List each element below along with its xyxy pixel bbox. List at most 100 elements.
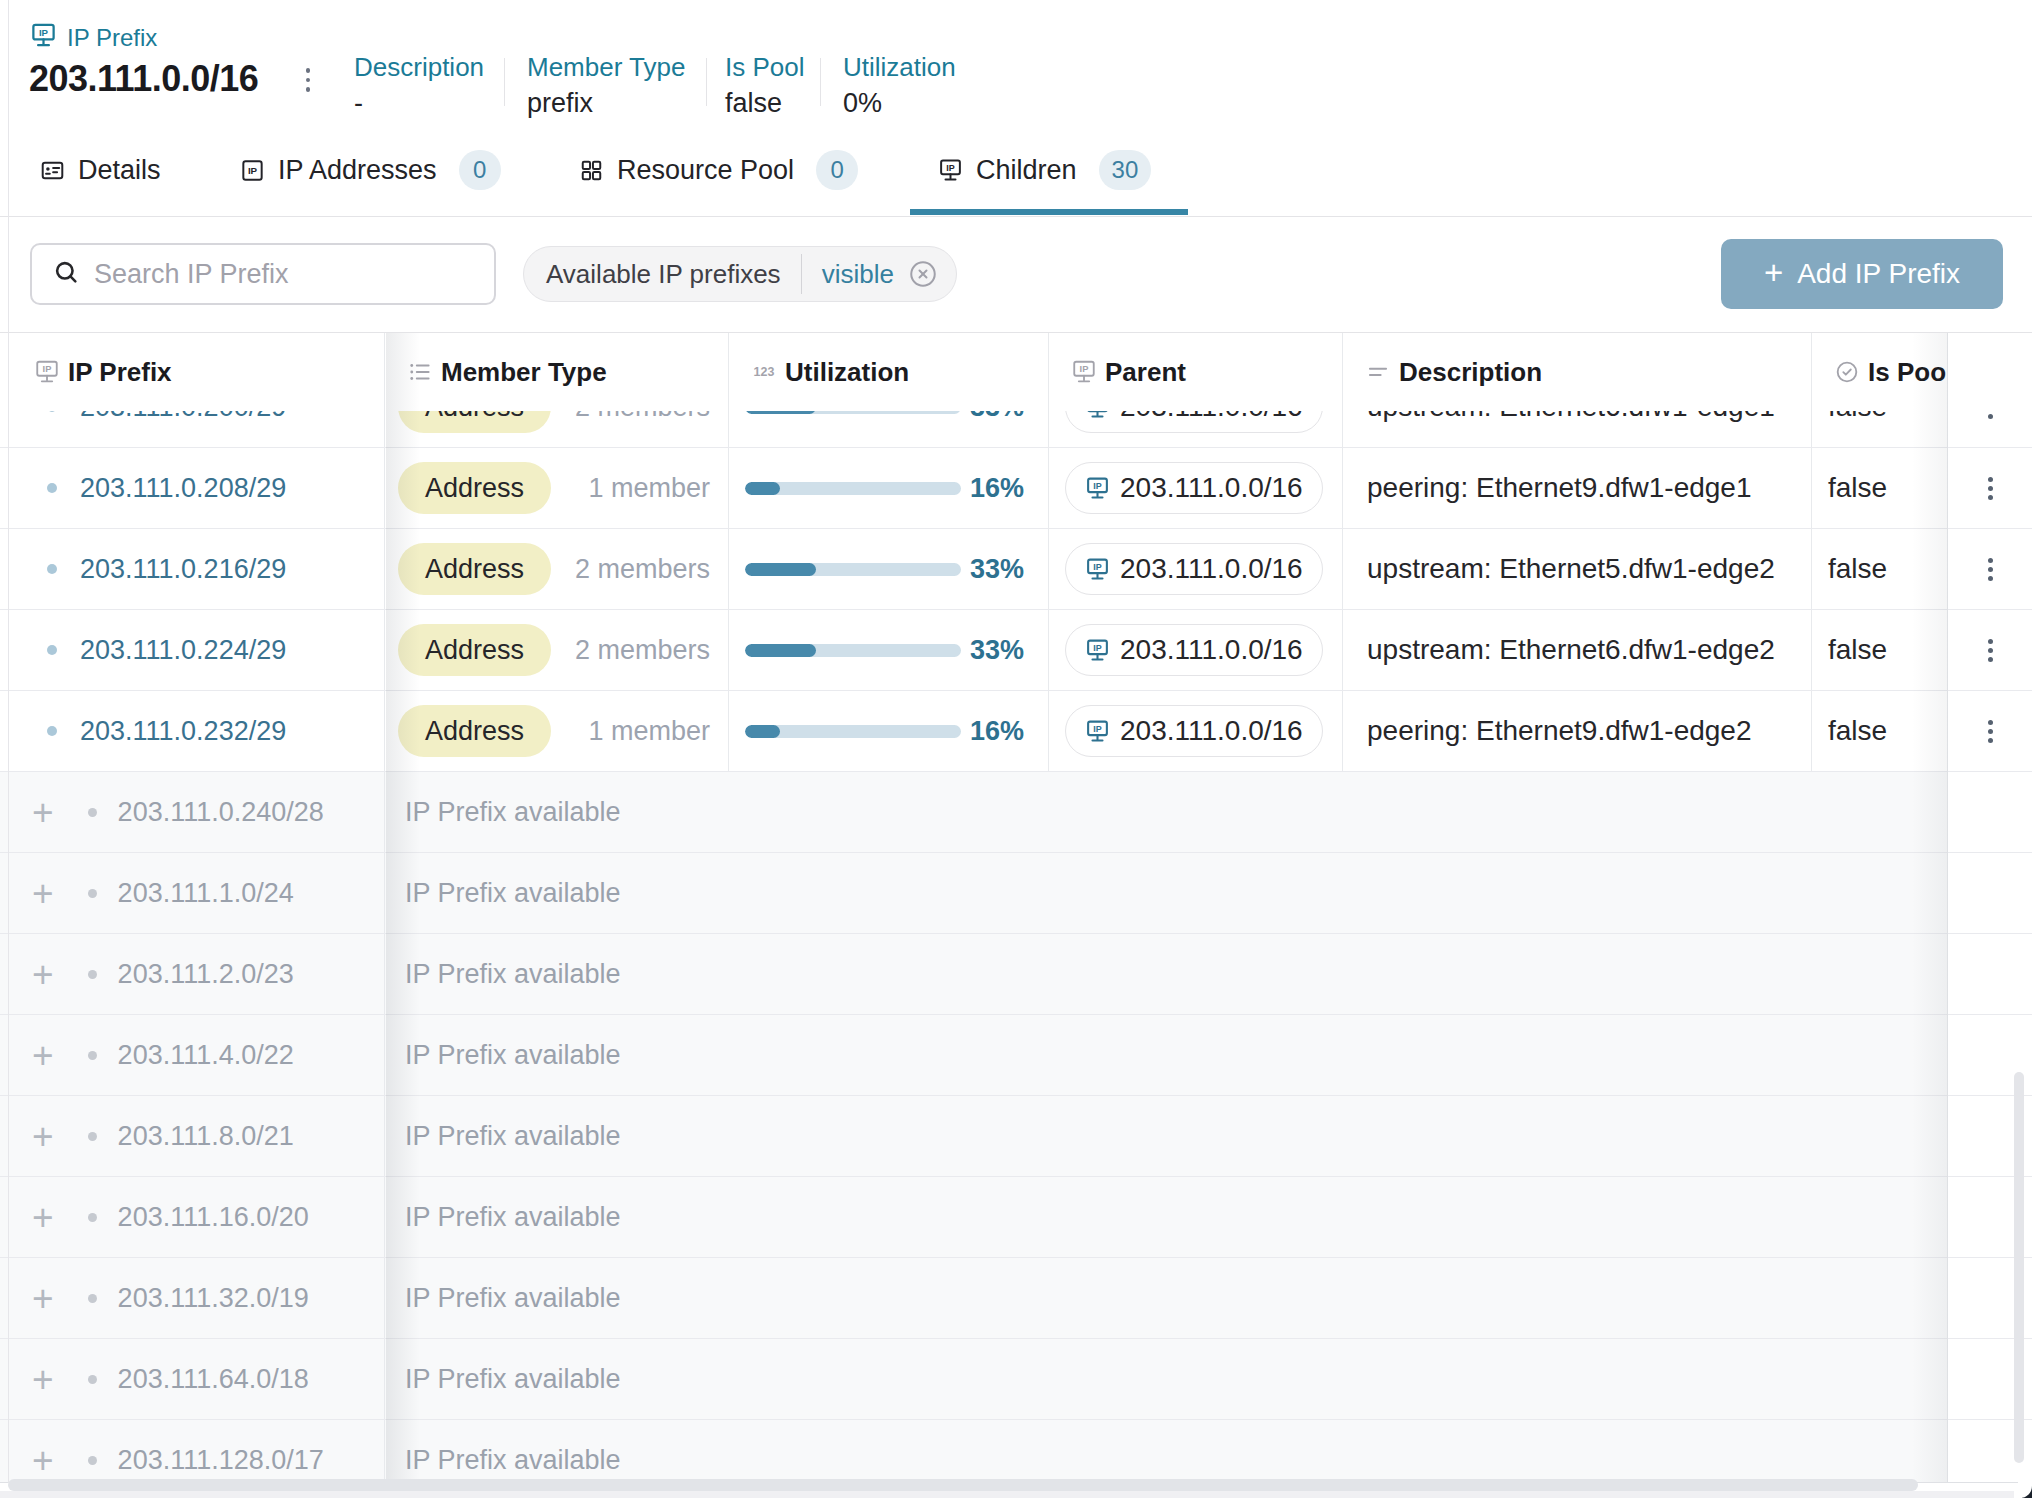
active-tab-underline: [910, 209, 1188, 215]
ip-prefix-icon: IP: [1085, 638, 1110, 663]
available-prefix-label: 203.111.2.0/23: [118, 959, 294, 990]
cell-available: IP Prefix available: [385, 1096, 1948, 1176]
row-actions-kebab-icon[interactable]: [1988, 558, 1993, 581]
cell-available: IP Prefix available: [385, 934, 1948, 1014]
column-header-utilization: 123Utilization: [729, 333, 1049, 411]
parent-link[interactable]: IP203.111.0.0/16: [1065, 543, 1323, 595]
list-icon: [407, 359, 433, 385]
table-row-prefix: 203.111.0.232/29Address1 member16%IP203.…: [0, 691, 2032, 772]
cell-is-pool: false: [1812, 691, 1948, 771]
add-ip-prefix-button[interactable]: + Add IP Prefix: [1721, 239, 2003, 309]
member-count: 1 member: [588, 473, 710, 504]
cell-actions: [1948, 448, 2032, 528]
svg-text:IP: IP: [1080, 364, 1089, 374]
column-header-member-type: Member Type: [385, 333, 729, 411]
cell-ip-prefix: 203.111.0.224/29: [0, 610, 385, 690]
horizontal-scrollbar-thumb[interactable]: [8, 1479, 1918, 1491]
breadcrumb: IP IP Prefix: [30, 22, 157, 53]
meta-value: 0%: [843, 88, 956, 118]
available-label: IP Prefix available: [405, 1364, 621, 1395]
tab-count-badge: 30: [1099, 150, 1152, 190]
svg-text:IP: IP: [946, 162, 954, 172]
available-label: IP Prefix available: [405, 959, 621, 990]
add-prefix-plus-icon[interactable]: +: [32, 1199, 54, 1236]
filter-chip[interactable]: Available IP prefixes visible: [523, 246, 957, 302]
tab-ip-addresses[interactable]: IPIP Addresses0: [240, 140, 501, 200]
tab-label: Children: [976, 155, 1077, 186]
member-count: 2 members: [575, 635, 710, 666]
tab-children[interactable]: IP Children 30: [938, 140, 1151, 200]
prefix-bullet-icon: [88, 1294, 97, 1303]
add-prefix-plus-icon[interactable]: +: [32, 875, 54, 912]
cell-actions: [1948, 853, 2032, 933]
cell-ip-prefix: +203.111.16.0/20: [0, 1177, 385, 1257]
utilization-bar: [745, 644, 961, 657]
svg-text:IP: IP: [39, 27, 49, 38]
cell-ip-prefix: 203.111.0.232/29: [0, 691, 385, 771]
cell-is-pool: false: [1812, 610, 1948, 690]
parent-link[interactable]: IP203.111.0.0/16: [1065, 705, 1323, 757]
add-prefix-plus-icon[interactable]: +: [32, 1442, 54, 1479]
text-lines-icon: [1365, 359, 1391, 385]
cell-available: IP Prefix available: [385, 1420, 1948, 1483]
check-circle-icon: [1834, 359, 1860, 385]
cell-actions: [1948, 691, 2032, 771]
tab-resource-pool[interactable]: Resource Pool0: [579, 140, 858, 200]
prefix-bullet-icon: [47, 483, 57, 493]
column-header-label: Is Pool: [1868, 357, 1948, 388]
search-icon: [32, 258, 80, 290]
prefix-bullet-icon: [88, 1051, 97, 1060]
tab-count-badge: 0: [459, 150, 501, 190]
prefix-link[interactable]: 203.111.0.208/29: [80, 473, 286, 504]
available-label: IP Prefix available: [405, 878, 621, 909]
search-input[interactable]: [94, 259, 454, 290]
parent-link[interactable]: IP203.111.0.0/16: [1065, 462, 1323, 514]
utilization-value: 33%: [970, 554, 1024, 585]
table-row-available: +203.111.4.0/22IP Prefix available: [0, 1015, 2032, 1096]
cell-ip-prefix: +203.111.128.0/17: [0, 1420, 385, 1483]
cell-utilization: 33%: [729, 610, 1049, 690]
meta-label: Utilization: [843, 52, 956, 82]
cell-ip-prefix: 203.111.0.216/29: [0, 529, 385, 609]
breadcrumb-label[interactable]: IP Prefix: [67, 24, 157, 52]
parent-link[interactable]: IP203.111.0.0/16: [1065, 624, 1323, 676]
utilization-value: 16%: [970, 716, 1024, 747]
column-header-actions: [1948, 333, 2032, 411]
grid-icon: [579, 158, 604, 183]
cell-available: IP Prefix available: [385, 1177, 1948, 1257]
prefix-link[interactable]: 203.111.0.216/29: [80, 554, 286, 585]
table-row-available: +203.111.32.0/19IP Prefix available: [0, 1258, 2032, 1339]
tab-details[interactable]: Details: [40, 140, 161, 200]
remove-filter-icon[interactable]: [908, 259, 938, 289]
cell-description: peering: Ethernet9.dfw1-edge2: [1343, 691, 1812, 771]
add-prefix-plus-icon[interactable]: +: [32, 1361, 54, 1398]
available-prefix-label: 203.111.32.0/19: [118, 1283, 309, 1314]
vertical-scrollbar-thumb[interactable]: [2014, 1072, 2024, 1463]
available-prefix-label: 203.111.64.0/18: [118, 1364, 309, 1395]
tab-label: Details: [78, 155, 161, 186]
available-prefix-label: 203.111.8.0/21: [118, 1121, 294, 1152]
cell-available: IP Prefix available: [385, 1339, 1948, 1419]
cell-ip-prefix: +203.111.1.0/24: [0, 853, 385, 933]
column-header-ip-prefix: IPIP Prefix: [0, 333, 385, 411]
row-actions-kebab-icon[interactable]: [1988, 720, 1993, 743]
prefix-link[interactable]: 203.111.0.232/29: [80, 716, 286, 747]
cell-ip-prefix: +203.111.4.0/22: [0, 1015, 385, 1095]
utilization-bar: [745, 725, 961, 738]
add-prefix-plus-icon[interactable]: +: [32, 1280, 54, 1317]
row-actions-kebab-icon[interactable]: [1988, 639, 1993, 662]
ip-prefix-icon: IP: [1085, 476, 1110, 501]
filter-chip-label: Available IP prefixes: [546, 259, 781, 290]
add-prefix-plus-icon[interactable]: +: [32, 1118, 54, 1155]
meta-divider: [706, 58, 707, 106]
prefix-link[interactable]: 203.111.0.224/29: [80, 635, 286, 666]
add-prefix-plus-icon[interactable]: +: [32, 1037, 54, 1074]
add-prefix-plus-icon[interactable]: +: [32, 956, 54, 993]
column-header-label: Description: [1399, 357, 1542, 388]
cell-is-pool: false: [1812, 529, 1948, 609]
cell-ip-prefix: +203.111.32.0/19: [0, 1258, 385, 1338]
cell-description: upstream: Ethernet5.dfw1-edge2: [1343, 529, 1812, 609]
table-row-available: +203.111.128.0/17IP Prefix available: [0, 1420, 2032, 1483]
row-actions-kebab-icon[interactable]: [1988, 477, 1993, 500]
add-prefix-plus-icon[interactable]: +: [32, 794, 54, 831]
